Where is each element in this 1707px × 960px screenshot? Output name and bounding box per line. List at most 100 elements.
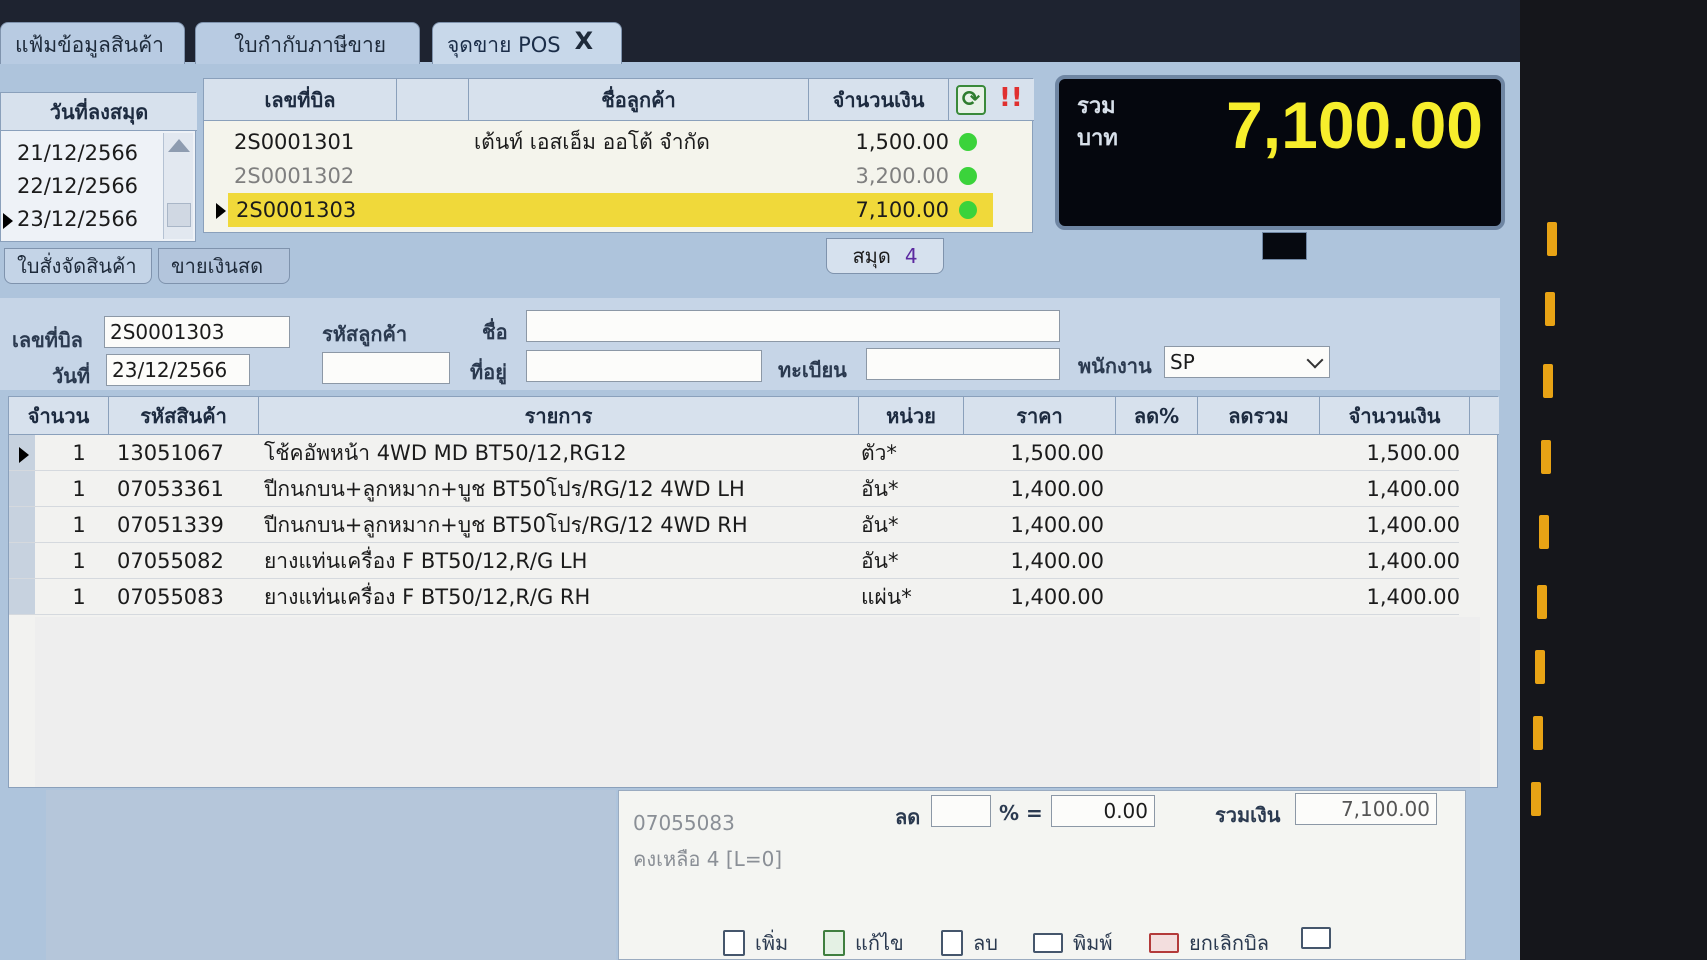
bill-no: 2S0001301 xyxy=(234,130,355,154)
register-field[interactable] xyxy=(866,348,1060,380)
item-description: ปีกนกบน+ลูกหมาก+บูช BT50โปร/RG/12 4WD LH xyxy=(264,477,745,501)
col-discount-pct: ลด% xyxy=(1116,397,1198,435)
row-pointer-icon xyxy=(216,203,226,219)
item-description: ปีกนกบน+ลูกหมาก+บูช BT50โปร/RG/12 4WD RH xyxy=(264,513,748,537)
tab-tax-invoice[interactable]: ใบกำกับภาษีขาย xyxy=(195,22,420,64)
staff-label: พนักงาน xyxy=(1078,354,1152,378)
items-grid-header: จำนวน รหัสสินค้า รายการ หน่วย ราคา ลด% ล… xyxy=(9,397,1499,435)
item-code: 07055082 xyxy=(117,549,224,573)
total-display: รวม บาท 7,100.00 xyxy=(1055,75,1505,230)
staff-select[interactable]: SP xyxy=(1164,346,1330,378)
date-item[interactable]: 22/12/2566 xyxy=(1,170,165,202)
edit-button[interactable]: แก้ไข xyxy=(823,927,904,959)
discount-pct-field[interactable] xyxy=(931,795,991,827)
bill-no-label: เลขที่บิล xyxy=(12,328,83,352)
bottom-left-panel xyxy=(46,790,616,960)
chevron-down-icon[interactable] xyxy=(1306,351,1324,369)
tab-pos[interactable]: จุดขาย POS X xyxy=(432,22,622,64)
amber-light xyxy=(1547,222,1557,256)
date-item-selected[interactable]: 23/12/2566 xyxy=(1,203,165,235)
amber-light xyxy=(1537,585,1547,619)
items-empty-area[interactable] xyxy=(35,617,1480,787)
item-unit: อัน* xyxy=(861,513,899,537)
close-icon[interactable]: X xyxy=(575,29,594,53)
pos-window: แฟ้มข้อมูลสินค้า ใบกำกับภาษีขาย จุดขาย P… xyxy=(0,0,1520,960)
date-field[interactable]: 23/12/2566 xyxy=(106,354,250,386)
bill-list-header: เลขที่บิล ชื่อลูกค้า จำนวนเงิน ⟳ !! xyxy=(204,79,1034,121)
tab-picking-order[interactable]: ใบสั่งจัดสินค้า xyxy=(4,248,152,284)
alert-icon[interactable]: !! xyxy=(999,83,1023,113)
amber-light xyxy=(1533,716,1543,750)
add-button[interactable]: เพิ่ม xyxy=(723,927,788,959)
report-icon xyxy=(1301,927,1331,949)
delete-button[interactable]: ลบ xyxy=(941,927,998,959)
scroll-thumb[interactable] xyxy=(167,203,191,227)
summary-panel: 07055083 คงเหลือ 4 [L=0] ลด % = 0.00 รวม… xyxy=(618,790,1466,960)
extra-button[interactable] xyxy=(1301,927,1331,949)
bill-amount: 1,500.00 xyxy=(855,130,949,154)
discount-label: ลด xyxy=(895,805,921,829)
item-amount: 1,400.00 xyxy=(1366,513,1460,537)
bill-no: 2S0001302 xyxy=(234,164,355,188)
cancel-bill-icon xyxy=(1149,933,1179,953)
tab-strip: แฟ้มข้อมูลสินค้า ใบกำกับภาษีขาย จุดขาย P… xyxy=(0,0,1520,64)
tab-cash-sale[interactable]: ขายเงินสด xyxy=(158,248,290,284)
bill-row[interactable]: 2S0001302 3,200.00 xyxy=(204,159,994,193)
table-row[interactable]: 1 07051339 ปีกนกบน+ลูกหมาก+บูช BT50โปร/R… xyxy=(9,507,1460,543)
tab-label: แฟ้มข้อมูลสินค้า xyxy=(15,33,164,57)
item-code: 07053361 xyxy=(117,477,224,501)
customer-code-field[interactable] xyxy=(322,352,450,384)
col-code: รหัสสินค้า xyxy=(109,397,259,435)
bill-no-field[interactable]: 2S0001303 xyxy=(104,316,290,348)
tab-product-file[interactable]: แฟ้มข้อมูลสินค้า xyxy=(0,22,185,64)
print-label: พิมพ์ xyxy=(1073,931,1113,955)
item-amount: 1,400.00 xyxy=(1366,477,1460,501)
col-price: ราคา xyxy=(964,397,1116,435)
bill-list: เลขที่บิล ชื่อลูกค้า จำนวนเงิน ⟳ !! 2S00… xyxy=(203,78,1034,233)
refresh-icon[interactable]: ⟳ xyxy=(956,85,986,115)
name-field[interactable] xyxy=(526,310,1060,342)
amber-light xyxy=(1531,782,1541,816)
date-item[interactable]: 21/12/2566 xyxy=(1,137,165,169)
col-amount: จำนวนเงิน xyxy=(809,79,949,121)
table-row[interactable]: 1 07053361 ปีกนกบน+ลูกหมาก+บูช BT50โปร/R… xyxy=(9,471,1460,507)
item-qty: 1 xyxy=(72,585,86,609)
item-qty: 1 xyxy=(72,549,86,573)
col-unit: หน่วย xyxy=(859,397,964,435)
col-customer: ชื่อลูกค้า xyxy=(469,79,809,121)
ledger-count-label: สมุด xyxy=(852,244,891,268)
item-code: 07055083 xyxy=(117,585,224,609)
cancel-bill-button[interactable]: ยกเลิกบิล xyxy=(1149,927,1269,959)
table-row[interactable]: 1 07055082 ยางแท่นเครื่อง F BT50/12,R/G … xyxy=(9,543,1460,579)
item-code: 07051339 xyxy=(117,513,224,537)
table-row[interactable]: 1 13051067 โช้คอัพหน้า 4WD MD BT50/12,RG… xyxy=(9,435,1460,471)
new-document-icon xyxy=(723,930,745,956)
bill-row-selected[interactable]: 2S0001303 7,100.00 xyxy=(228,193,993,227)
bill-customer xyxy=(474,159,804,193)
staff-value: SP xyxy=(1170,350,1195,374)
item-amount: 1,400.00 xyxy=(1366,585,1460,609)
bill-customer xyxy=(474,193,804,227)
item-unit: แผ่น* xyxy=(861,585,912,609)
discount-amount-field[interactable]: 0.00 xyxy=(1051,795,1155,827)
amber-light xyxy=(1541,440,1551,474)
item-price: 1,500.00 xyxy=(1010,441,1104,465)
bill-header-form: เลขที่บิล 2S0001303 วันที่ 23/12/2566 รห… xyxy=(0,298,1500,390)
print-button[interactable]: พิมพ์ xyxy=(1033,927,1113,959)
amber-light xyxy=(1543,364,1553,398)
ledger-count-tab[interactable]: สมุด 4 xyxy=(826,238,944,274)
date-label: วันที่ xyxy=(52,364,91,388)
printer-icon xyxy=(1033,933,1063,953)
address-field[interactable] xyxy=(526,350,762,382)
item-qty: 1 xyxy=(72,477,86,501)
bill-row[interactable]: 2S0001301 เต้นท์ เอสเอ็ม ออโต้ จำกัด 1,5… xyxy=(204,125,994,159)
table-row[interactable]: 1 07055083 ยางแท่นเครื่อง F BT50/12,R/G … xyxy=(9,579,1460,615)
item-price: 1,400.00 xyxy=(1010,477,1104,501)
col-description: รายการ xyxy=(259,397,859,435)
total-label: รวม บาท xyxy=(1077,91,1118,155)
col-amount: จำนวนเงิน xyxy=(1320,397,1470,435)
date-scrollbar[interactable] xyxy=(163,133,193,239)
ledger-count-value: 4 xyxy=(904,244,918,268)
item-description: โช้คอัพหน้า 4WD MD BT50/12,RG12 xyxy=(264,441,627,465)
scroll-up-icon[interactable] xyxy=(168,139,190,152)
